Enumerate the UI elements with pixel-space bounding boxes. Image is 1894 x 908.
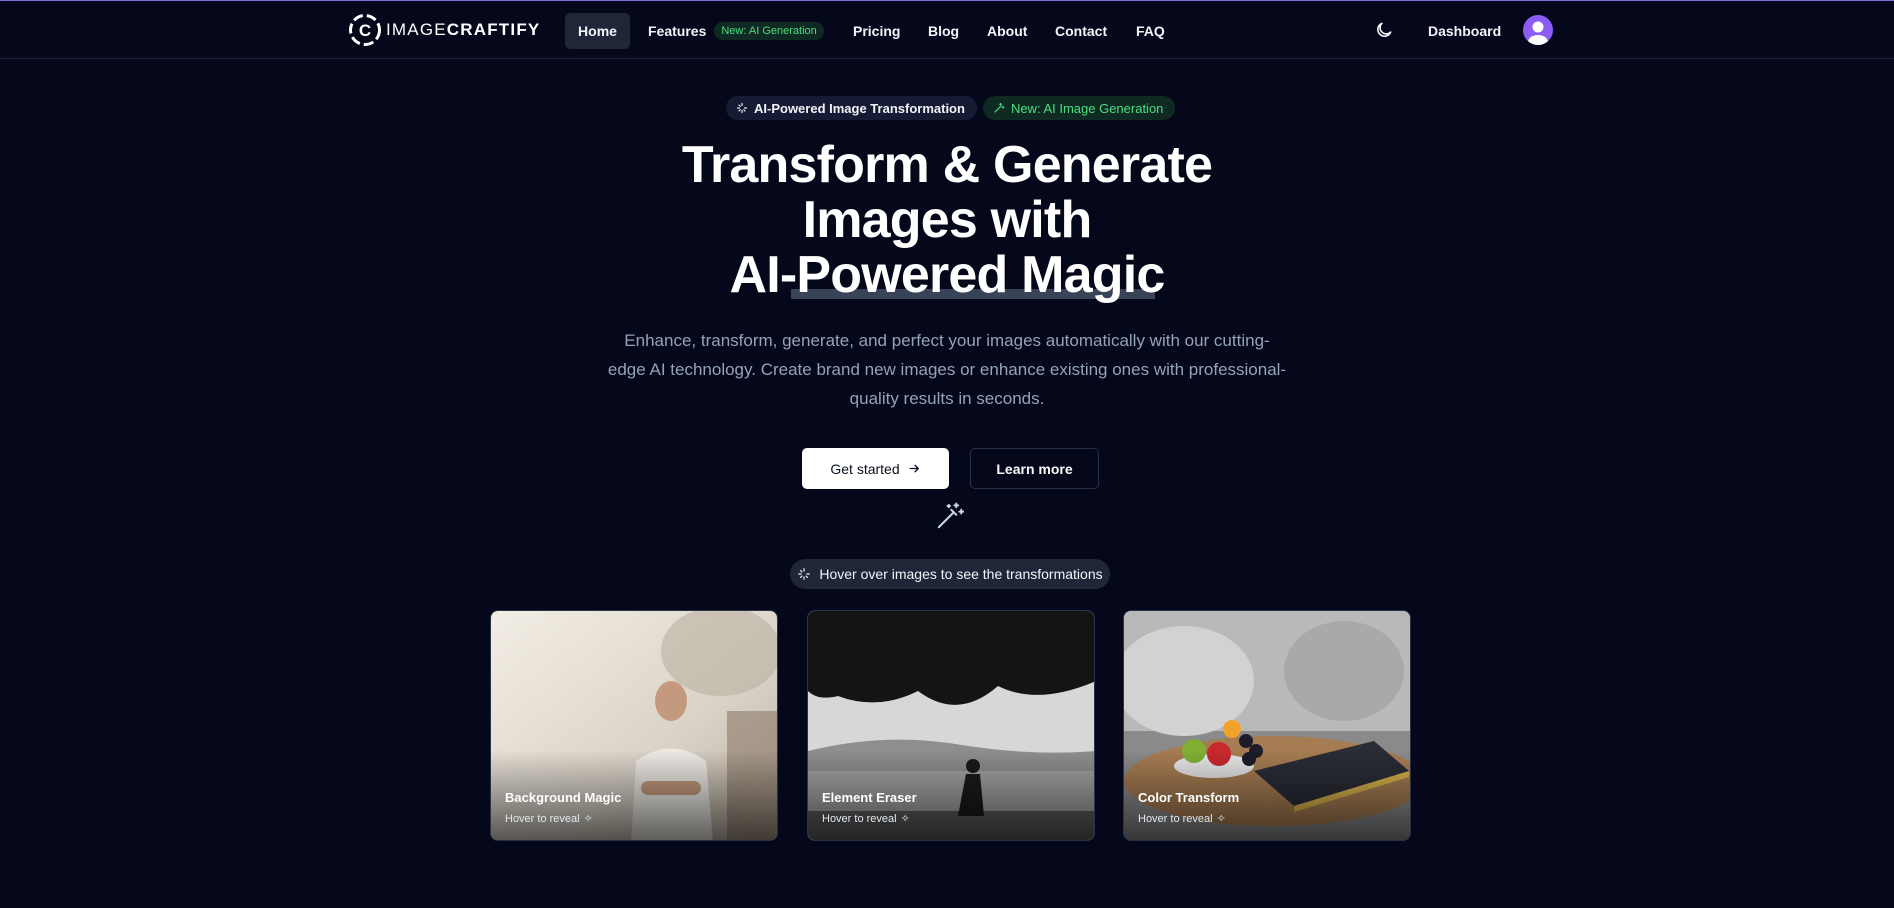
- sparkles-icon: ✧: [1216, 813, 1226, 825]
- nav-home[interactable]: Home: [565, 13, 630, 49]
- hero-title: Transform & Generate Images with AI-Powe…: [547, 138, 1347, 303]
- ai-powered-badge-label: AI-Powered Image Transformation: [754, 100, 965, 116]
- hero-title-line-2: Images with: [802, 191, 1093, 249]
- nav-blog[interactable]: Blog: [928, 13, 959, 49]
- svg-text:C: C: [359, 21, 371, 40]
- learn-more-button[interactable]: Learn more: [970, 448, 1099, 489]
- hover-hint-label: Hover over images to see the transformat…: [819, 566, 1103, 582]
- new-ai-generation-badge: New: AI Generation: [714, 22, 824, 40]
- nav-contact[interactable]: Contact: [1055, 13, 1107, 49]
- nav-pricing[interactable]: Pricing: [853, 13, 900, 49]
- card-title: Color Transform: [1138, 790, 1240, 805]
- card-color-transform[interactable]: Color Transform Hover to reveal ✧: [1123, 610, 1411, 841]
- nav-dashboard[interactable]: Dashboard: [1428, 13, 1501, 49]
- hero-title-line-3: AI-Powered Magic: [729, 246, 1165, 304]
- navbar: C IMAGECRAFTIFY Home Features New: AI Ge…: [0, 1, 1894, 59]
- nav-features-label: Features: [648, 23, 707, 39]
- hero-badges: AI-Powered Image Transformation New: AI …: [726, 96, 1176, 120]
- wand-icon: [937, 502, 965, 529]
- nav-features[interactable]: Features New: AI Generation: [648, 13, 824, 49]
- sparkles-icon: ✧: [583, 813, 593, 825]
- get-started-label: Get started: [830, 460, 900, 477]
- ai-powered-badge: AI-Powered Image Transformation: [726, 96, 977, 120]
- user-icon: [1528, 21, 1548, 45]
- card-title: Background Magic: [505, 790, 622, 805]
- card-background-magic[interactable]: Background Magic Hover to reveal ✧: [490, 610, 778, 841]
- card-hint: Hover to reveal ✧: [505, 812, 593, 826]
- card-element-eraser[interactable]: Element Eraser Hover to reveal ✧: [807, 610, 1095, 841]
- card-hint-label: Hover to reveal: [822, 812, 897, 825]
- avatar[interactable]: [1523, 15, 1553, 45]
- card-hint-label: Hover to reveal: [505, 812, 580, 825]
- sparkles-icon: ✧: [900, 813, 910, 825]
- logo-icon: C: [349, 14, 381, 46]
- nav-faq[interactable]: FAQ: [1136, 13, 1165, 49]
- new-generation-badge-label: New: AI Image Generation: [1010, 100, 1164, 116]
- card-hint-label: Hover to reveal: [1138, 812, 1213, 825]
- arrow-right-icon: [909, 464, 919, 473]
- hover-hint: Hover over images to see the transformat…: [790, 559, 1110, 589]
- card-title: Element Eraser: [822, 790, 917, 805]
- sparkles-icon: [798, 568, 811, 580]
- new-generation-badge: New: AI Image Generation: [982, 96, 1176, 120]
- logo-text: IMAGECRAFTIFY: [386, 20, 541, 39]
- sparkles-icon: [736, 102, 748, 114]
- get-started-button[interactable]: Get started: [802, 448, 949, 489]
- hero-title-line-1: Transform & Generate: [681, 136, 1213, 194]
- hero-subtitle: Enhance, transform, generate, and perfec…: [607, 331, 1287, 408]
- card-hint: Hover to reveal ✧: [1138, 812, 1226, 826]
- nav-about[interactable]: About: [987, 13, 1027, 49]
- moon-icon[interactable]: [1374, 20, 1394, 40]
- logo[interactable]: C IMAGECRAFTIFY: [348, 12, 540, 48]
- wand-icon: [994, 102, 1005, 113]
- card-hint: Hover to reveal ✧: [822, 812, 910, 826]
